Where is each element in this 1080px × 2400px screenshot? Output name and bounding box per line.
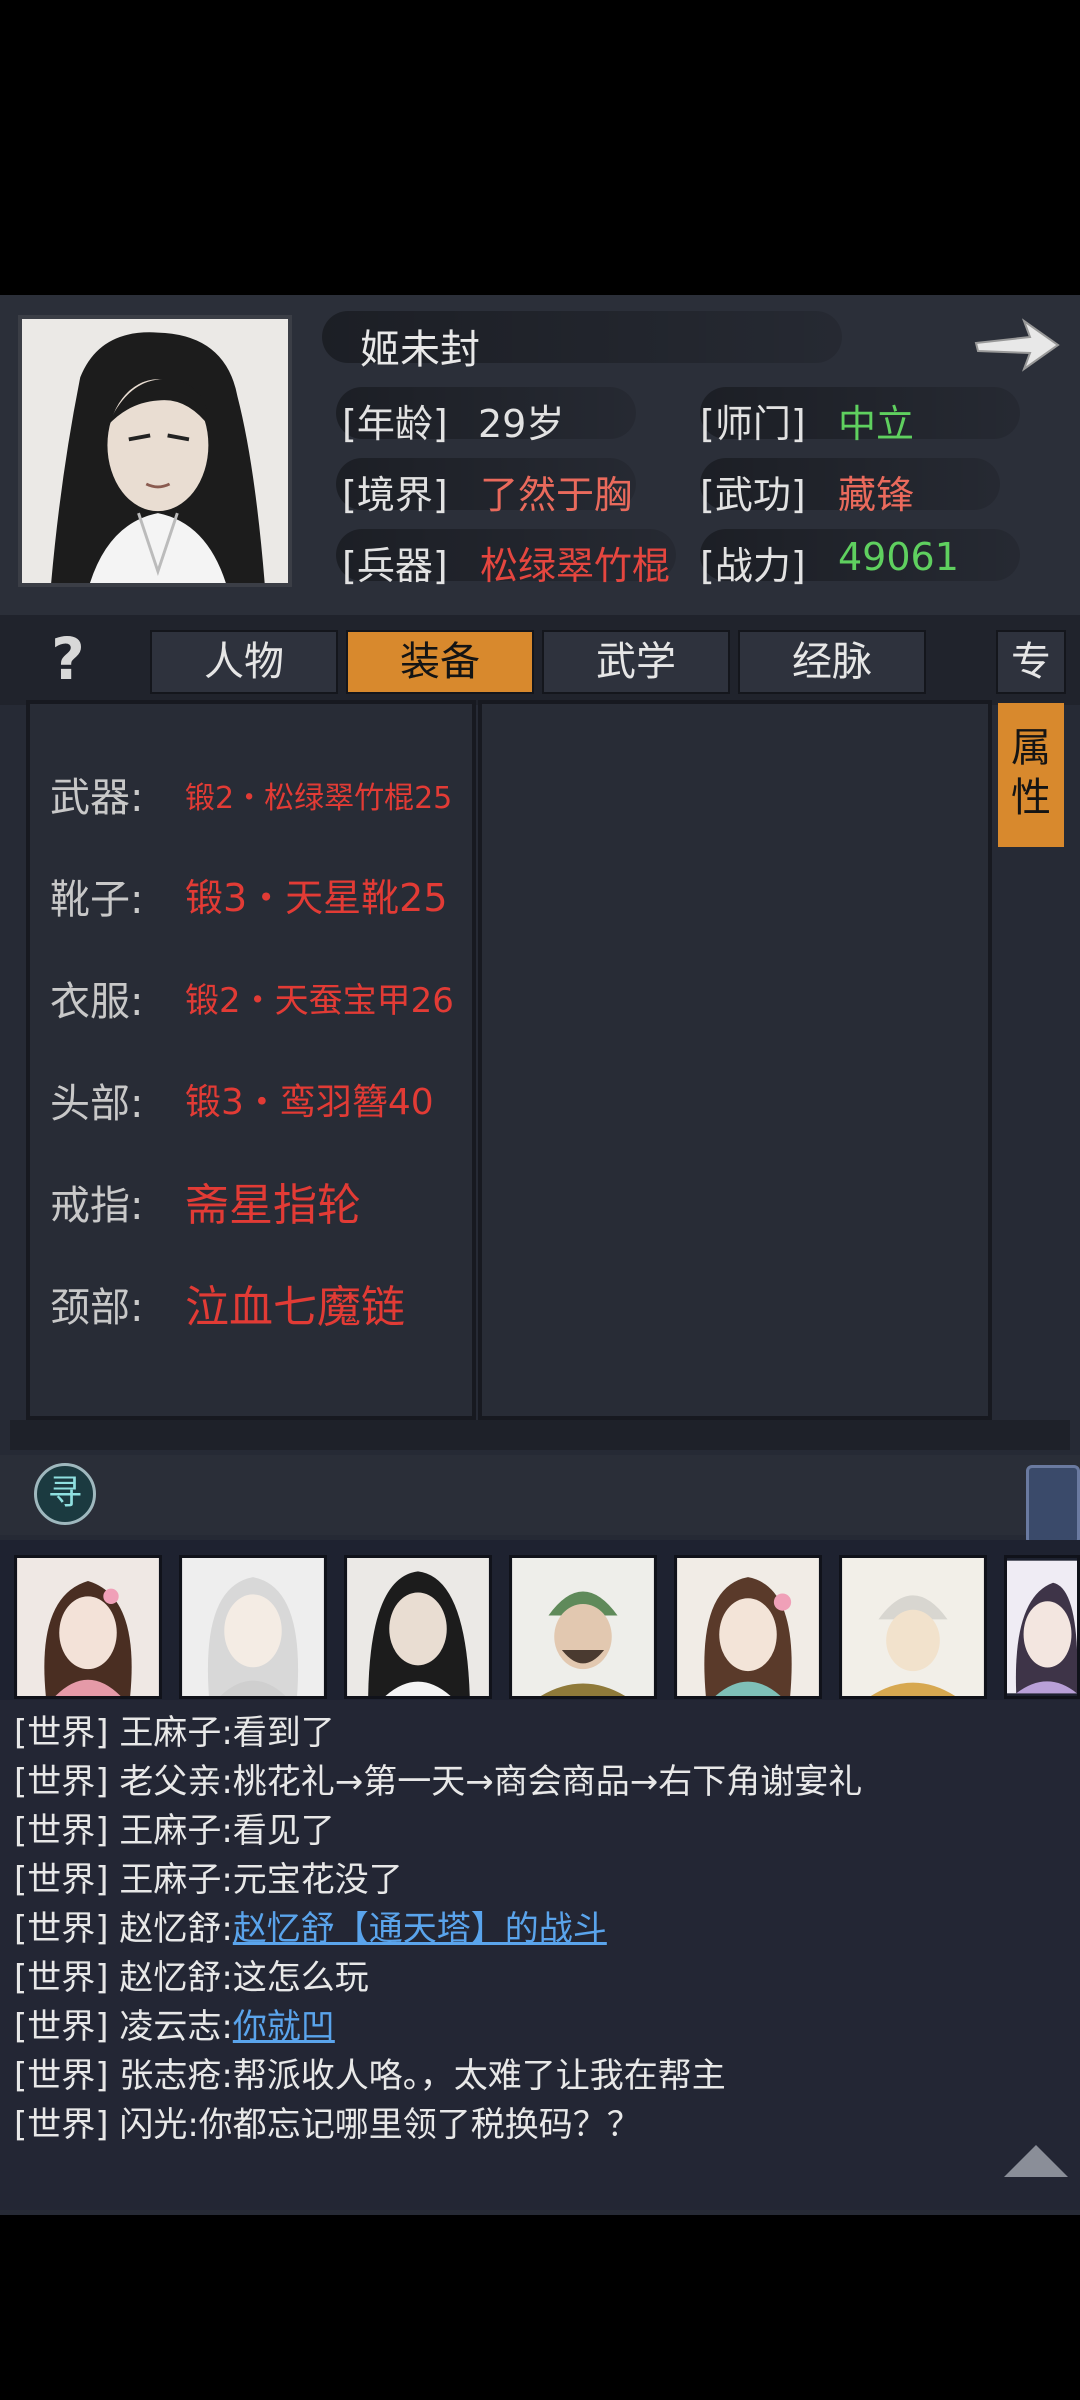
avatar[interactable] bbox=[509, 1555, 657, 1699]
scroll-up-icon[interactable] bbox=[1004, 2145, 1068, 2177]
tab-attributes-char1: 属 bbox=[1011, 725, 1051, 771]
power-value: 49061 bbox=[838, 535, 959, 579]
equip-clothes-value[interactable]: 锻2・天蚕宝甲26 bbox=[185, 973, 454, 1022]
search-seal-icon[interactable]: 寻 bbox=[34, 1463, 96, 1525]
skill-value: 藏锋 bbox=[838, 473, 915, 517]
sect-value: 中立 bbox=[838, 402, 915, 446]
equip-head-label: 头部: bbox=[50, 1081, 144, 1127]
chat-link[interactable]: 你就凹 bbox=[233, 2007, 335, 2047]
next-arrow-icon[interactable] bbox=[972, 313, 1062, 375]
character-name: 姬未封 bbox=[360, 327, 480, 373]
equip-ring-label: 戒指: bbox=[50, 1183, 144, 1229]
equip-weapon-value[interactable]: 锻2・松绿翠竹棍25 bbox=[185, 773, 452, 817]
chat-line[interactable]: [世界] 王麻子:看到了 bbox=[14, 1705, 335, 1754]
equip-ring-value[interactable]: 斋星指轮 bbox=[185, 1169, 361, 1233]
equip-boots-value[interactable]: 锻3・天星靴25 bbox=[185, 867, 448, 922]
avatar[interactable] bbox=[1004, 1555, 1080, 1699]
avatar[interactable] bbox=[839, 1555, 987, 1699]
equipment-detail-panel bbox=[478, 700, 992, 1420]
power-label: [战力] bbox=[700, 544, 806, 588]
tab-attributes[interactable]: 属 性 bbox=[998, 703, 1064, 847]
action-bar bbox=[0, 1455, 1080, 1535]
chat-line[interactable]: [世界] 老父亲:桃花礼→第一天→商会商品→右下角谢宴礼 bbox=[14, 1754, 862, 1803]
avatar[interactable] bbox=[344, 1555, 492, 1699]
chat-line[interactable]: [世界] 王麻子:元宝花没了 bbox=[14, 1852, 403, 1901]
equip-boots-label: 靴子: bbox=[50, 877, 144, 923]
game-screen: 姬未封 [年龄] 29岁 [师门] 中立 [境界] 了然于胸 [武功] 藏锋 [… bbox=[0, 295, 1080, 2215]
equip-neck-label: 颈部: bbox=[50, 1285, 144, 1331]
tab-specialty[interactable]: 专 bbox=[996, 630, 1066, 694]
help-icon[interactable]: ? bbox=[40, 625, 96, 695]
tab-meridians[interactable]: 经脉 bbox=[738, 630, 926, 694]
avatar[interactable] bbox=[14, 1555, 162, 1699]
weapon-value: 松绿翠竹棍 bbox=[480, 544, 671, 588]
tab-equipment[interactable]: 装备 bbox=[346, 630, 534, 694]
chat-line[interactable]: [世界] 王麻子:看见了 bbox=[14, 1803, 335, 1852]
skill-label: [武功] bbox=[700, 473, 806, 517]
battle-link[interactable]: 赵忆舒【通天塔】的战斗 bbox=[233, 1909, 607, 1949]
equip-head-value[interactable]: 锻3・鸾羽簪40 bbox=[185, 1073, 434, 1125]
character-header: 姬未封 [年龄] 29岁 [师门] 中立 [境界] 了然于胸 [武功] 藏锋 [… bbox=[0, 295, 1080, 615]
chat-line[interactable]: [世界] 张志疮:帮派收人咯。，太难了让我在帮主 bbox=[14, 2048, 726, 2097]
portrait-image bbox=[22, 319, 288, 583]
tab-martial-arts[interactable]: 武学 bbox=[542, 630, 730, 694]
chat-line[interactable]: [世界] 凌云志:你就凹 bbox=[14, 1999, 335, 2048]
equip-weapon-label: 武器: bbox=[50, 775, 144, 821]
realm-value: 了然于胸 bbox=[480, 473, 633, 517]
chat-line[interactable]: [世界] 赵忆舒:赵忆舒【通天塔】的战斗 bbox=[14, 1901, 607, 1950]
side-menu-thumbnail[interactable] bbox=[1026, 1465, 1080, 1545]
character-portrait[interactable] bbox=[18, 315, 292, 587]
sect-label: [师门] bbox=[700, 402, 806, 446]
age-value: 29岁 bbox=[478, 402, 565, 446]
realm-label: [境界] bbox=[342, 473, 448, 517]
age-label: [年龄] bbox=[342, 402, 448, 446]
tab-attributes-char2: 性 bbox=[1011, 775, 1051, 821]
equip-neck-value[interactable]: 泣血七魔链 bbox=[185, 1271, 405, 1335]
avatar[interactable] bbox=[674, 1555, 822, 1699]
tab-character[interactable]: 人物 bbox=[150, 630, 338, 694]
avatar[interactable] bbox=[179, 1555, 327, 1699]
weapon-label: [兵器] bbox=[342, 544, 448, 588]
panel-footer bbox=[10, 1420, 1070, 1450]
chat-line[interactable]: [世界] 闪光:你都忘记哪里领了税换码？？ bbox=[14, 2097, 641, 2146]
chat-line[interactable]: [世界] 赵忆舒:这怎么玩 bbox=[14, 1950, 369, 1999]
equip-clothes-label: 衣服: bbox=[50, 979, 144, 1025]
